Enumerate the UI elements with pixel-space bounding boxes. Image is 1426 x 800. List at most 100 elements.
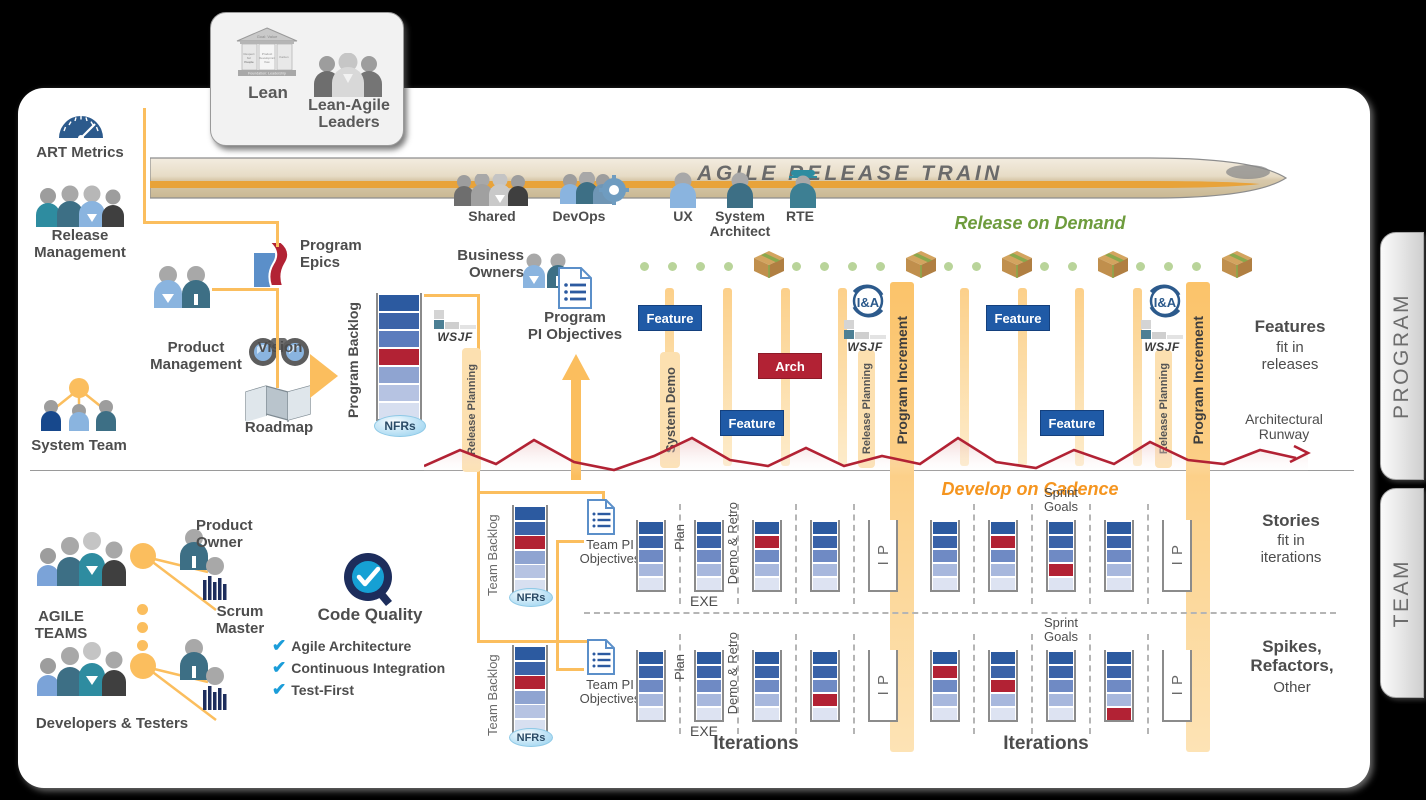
connector-teams-vertical	[477, 491, 480, 643]
ip-iteration-box: I P	[868, 650, 898, 722]
features-fit-sub: fit in releases	[1261, 339, 1319, 373]
iteration-backlog-stack	[988, 520, 1018, 592]
release-dot	[1192, 262, 1201, 271]
product-management-icon	[154, 266, 210, 308]
teams-ellipsis-dot-3	[137, 640, 148, 651]
connector-backlog-to-planning	[424, 294, 480, 297]
wsjf-program: WSJF	[432, 308, 478, 346]
release-dot	[944, 262, 953, 271]
feature-chip-3[interactable]: Feature	[986, 305, 1050, 331]
iteration-separator	[1147, 634, 1149, 734]
iteration-backlog-stack	[752, 520, 782, 592]
architectural-runway-label: Architectural Runway	[1245, 411, 1323, 443]
ip-iteration-box: I P	[1162, 520, 1192, 592]
release-dot	[724, 262, 733, 271]
product-owner-label: Product Owner	[196, 517, 253, 551]
quality-item-0: ✔ Agile Architecture	[272, 636, 412, 655]
section-tab-program[interactable]: PROGRAM	[1380, 232, 1424, 480]
exe-label: EXE	[690, 593, 719, 609]
diagram-canvas: Goal: Value Foundation: Leadership Respe…	[0, 0, 1426, 800]
role-ux-icon	[670, 172, 696, 208]
plan-label: Plan	[672, 524, 687, 551]
iteration-separator	[853, 634, 855, 734]
code-quality-label: Code Quality	[317, 605, 423, 624]
program-pi-objectives-label: Program PI Objectives	[527, 309, 623, 343]
release-box	[1002, 251, 1032, 278]
iteration-separator	[973, 634, 975, 734]
role-shared-label: Shared	[468, 208, 516, 224]
release-management-icon	[36, 185, 124, 227]
release-dot	[792, 262, 801, 271]
art-metrics-icon	[59, 115, 103, 141]
spikes-other: Other	[1273, 679, 1311, 696]
program-nfrs-badge: NFRs	[374, 415, 426, 437]
release-dot	[696, 262, 705, 271]
iteration-separator	[1031, 634, 1033, 734]
release-on-demand-label: Release on Demand	[954, 213, 1126, 233]
role-system-architect-label: System Architect	[709, 208, 771, 240]
stories-title: Stories	[1262, 511, 1320, 530]
stories-sub: fit in iterations	[1260, 532, 1322, 566]
role-rte-icon	[789, 170, 817, 208]
section-tab-team[interactable]: TEAM	[1380, 488, 1424, 698]
roadmap-icon	[245, 385, 311, 422]
scrum-master-icon-2	[203, 667, 227, 710]
iteration-backlog-stack	[810, 650, 840, 722]
release-management-label: Release Management	[34, 227, 126, 261]
section-tab-team-label: TEAM	[1390, 558, 1413, 628]
program-pi-objectives-icon	[558, 267, 592, 309]
lean-agile-leaders-card: Goal: Value Foundation: Leadership Respe…	[210, 12, 404, 146]
iteration-separator	[1089, 504, 1091, 604]
release-dot	[1164, 262, 1173, 271]
lean-agile-leaders-icon	[314, 53, 382, 97]
team-backlog-label-1: Team Backlog	[485, 514, 500, 596]
iteration-backlog-stack	[752, 650, 782, 722]
iteration-backlog-stack	[636, 650, 666, 722]
svg-text:People: People	[244, 60, 254, 64]
iteration-separator	[1031, 504, 1033, 604]
connector-pi-objectives-spine	[556, 540, 559, 670]
scrum-master-icon	[203, 557, 227, 600]
demo-retro-label: Demo & Retro	[725, 632, 740, 715]
team-backlog-stack-2	[512, 645, 548, 735]
team-rows-divider	[584, 612, 1336, 614]
iteration-backlog-stack	[1046, 650, 1076, 722]
lean-agile-leaders-label: Lean-Agile Leaders	[308, 97, 390, 131]
iterations-label-right: Iterations	[1003, 733, 1089, 754]
team-pi-objectives-icon-1	[587, 499, 615, 535]
iteration-separator	[795, 504, 797, 604]
iteration-backlog-stack	[810, 520, 840, 592]
check-icon-0: ✔	[272, 636, 287, 655]
svg-text:I&A: I&A	[1154, 295, 1177, 310]
team-backlog-stack-1	[512, 505, 548, 595]
agile-teams-label: AGILE TEAMS	[34, 608, 88, 642]
svg-text:Kaizen: Kaizen	[279, 55, 289, 59]
quality-item-2: ✔ Test-First	[272, 680, 354, 699]
connector-lean-horizontal	[143, 221, 278, 224]
art-metrics-label: ART Metrics	[36, 144, 124, 161]
features-fit-title: Features	[1254, 317, 1326, 336]
release-dot	[972, 262, 981, 271]
iteration-separator	[1089, 634, 1091, 734]
connector-planning-to-teams-h	[477, 491, 605, 494]
team-nfrs-badge-1: NFRs	[509, 588, 553, 607]
feature-chip-1[interactable]: Feature	[638, 305, 702, 331]
release-box	[1222, 251, 1252, 278]
ip-iteration-box: I P	[1162, 650, 1192, 722]
release-dot	[640, 262, 649, 271]
iteration-backlog-stack	[930, 650, 960, 722]
wsjf-program-label: WSJF	[437, 330, 473, 344]
architectural-runway-line	[424, 436, 1311, 476]
release-dot	[876, 262, 885, 271]
section-tab-program-label: PROGRAM	[1390, 292, 1413, 419]
wsjf-pi1-label: WSJF	[847, 340, 883, 354]
iteration-backlog-stack	[930, 520, 960, 592]
svg-text:Goal: Value: Goal: Value	[257, 34, 278, 39]
wsjf-pi1: WSJF	[842, 318, 888, 356]
role-devops-icon	[560, 172, 629, 205]
iteration-separator	[795, 634, 797, 734]
backlog-feed-arrow	[310, 354, 338, 398]
iterations-label-left: Iterations	[713, 733, 799, 754]
arch-chip[interactable]: Arch	[758, 353, 822, 379]
iteration-backlog-stack	[636, 520, 666, 592]
